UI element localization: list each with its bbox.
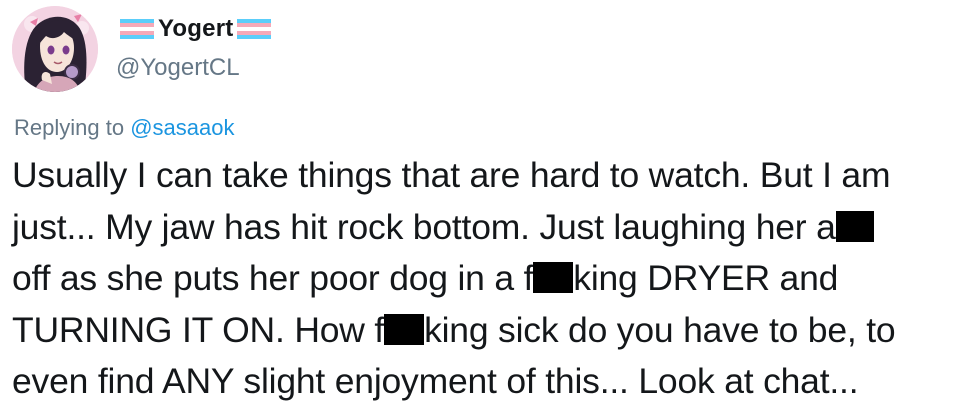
tweet-line: off as she puts her poor dog in a f king … [12, 253, 972, 305]
tweet-line-segment: TURNING IT ON. How f [12, 309, 385, 350]
user-handle[interactable]: @YogertCL [116, 54, 275, 82]
replying-to: Replying to @sasaaok [14, 115, 234, 141]
censor-bar [835, 210, 874, 242]
name-row: Yogert [116, 14, 275, 44]
replying-prefix: Replying to [14, 115, 125, 140]
tweet-line: TURNING IT ON. How f king sick do you hav… [12, 305, 972, 357]
censor-bar [533, 262, 574, 293]
reply-mention-link[interactable]: @sasaaok [130, 115, 234, 140]
anime-avatar-icon[interactable] [12, 6, 98, 92]
tweet-line: just... My jaw has hit rock bottom. Just… [12, 202, 972, 254]
tweet-line-segment: king DRYER and [573, 258, 839, 298]
tweet-text: Usually I can take things that are hard … [12, 150, 972, 408]
tweet: Yogert @YogertCL Replying to @sasaaok Us… [0, 0, 980, 412]
censor-bar [384, 313, 425, 345]
tweet-line-segment: off as she puts her poor dog in a f [12, 258, 534, 298]
tweet-line-segment: king sick do you have to be, to [424, 309, 896, 350]
display-name[interactable]: Yogert [158, 15, 233, 43]
tweet-line-segment: just... My jaw has hit rock bottom. Just… [12, 206, 836, 247]
trans-flag-icon [120, 19, 154, 39]
tweet-line: Usually I can take things that are hard … [12, 155, 891, 195]
tweet-line: even find ANY slight enjoyment of this..… [12, 361, 859, 401]
trans-flag-icon [237, 19, 272, 39]
tweet-header: Yogert @YogertCL [116, 14, 275, 82]
